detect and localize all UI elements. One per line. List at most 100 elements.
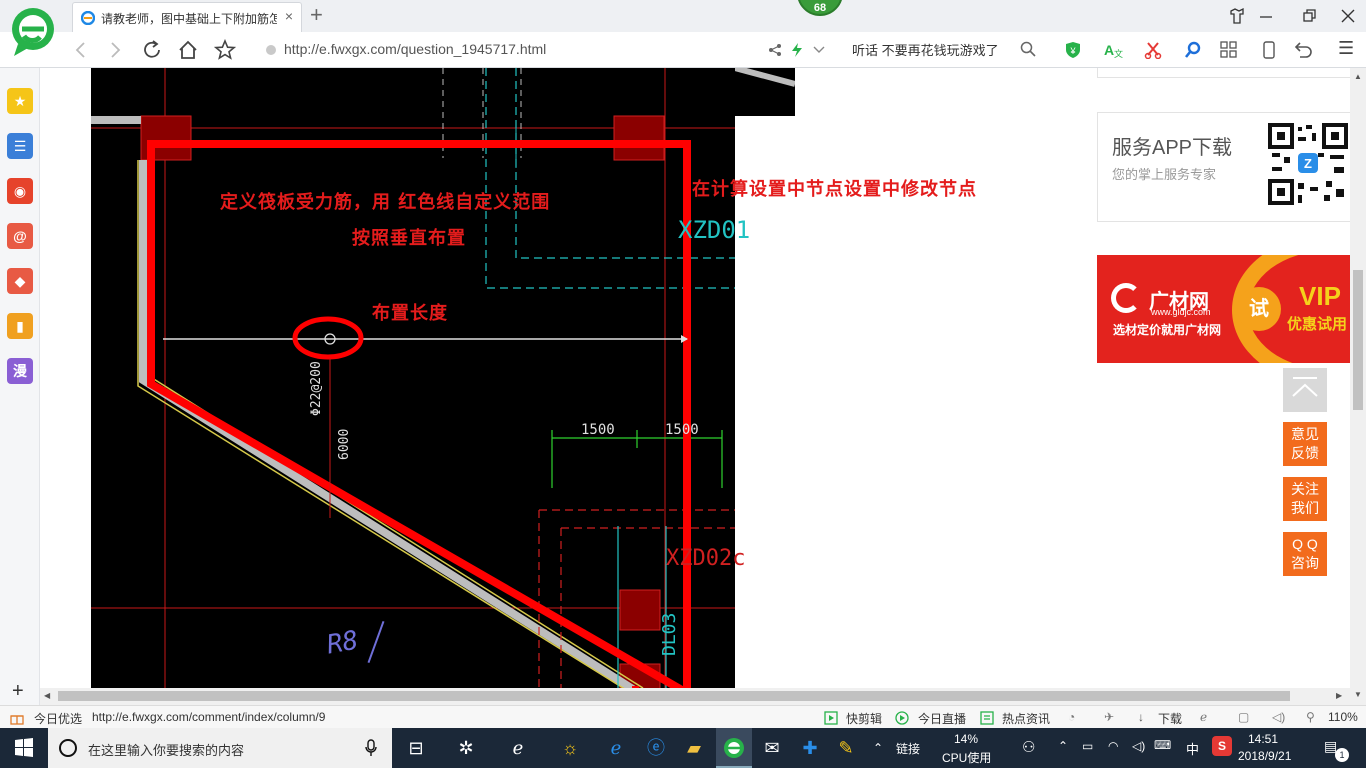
keyboard-icon[interactable]: ⌨	[1154, 738, 1171, 752]
scroll-right-icon[interactable]: ▶	[1336, 691, 1342, 700]
news-icon[interactable]	[980, 711, 994, 725]
internet-explorer-icon[interactable]: ⓔ	[644, 736, 668, 760]
clock-time[interactable]: 14:51	[1248, 732, 1278, 746]
status-kuaijianji[interactable]: 快剪辑	[846, 710, 882, 727]
status-live[interactable]: 今日直播	[918, 710, 966, 727]
back-to-top-button[interactable]	[1283, 368, 1327, 412]
search-icon[interactable]	[1020, 41, 1036, 57]
status-pin-icon[interactable]: ✈	[1104, 710, 1114, 724]
sidebar-reader-icon[interactable]: ▮	[7, 313, 33, 339]
sidebar-news-icon[interactable]: ☰	[7, 133, 33, 159]
download-icon[interactable]: ↓	[1138, 710, 1144, 724]
mobile-device-icon[interactable]	[1262, 41, 1276, 59]
microphone-icon[interactable]	[364, 739, 378, 757]
forward-icon[interactable]	[106, 41, 124, 59]
vertical-scroll-thumb[interactable]	[1353, 270, 1363, 410]
gift-icon[interactable]	[10, 711, 24, 725]
taskbar-search-box[interactable]: 在这里输入你要搜索的内容	[48, 728, 392, 768]
mail-app-icon[interactable]: ✉	[760, 736, 784, 760]
svg-text:A: A	[1104, 42, 1114, 58]
windows-start-icon[interactable]	[0, 728, 48, 768]
status-today-picks[interactable]: 今日优选	[34, 710, 82, 727]
speed-mode-icon[interactable]	[790, 42, 804, 58]
fan-app-icon[interactable]: ✲	[454, 736, 478, 760]
notes-app-icon[interactable]: ✎	[834, 736, 858, 760]
task-view-icon[interactable]: ⊟	[404, 736, 428, 760]
browser-taskbar-icon	[724, 738, 744, 758]
security-shield-icon[interactable]: ¥	[1064, 41, 1084, 59]
video-edit-icon[interactable]	[824, 711, 838, 725]
file-explorer-icon[interactable]: ▰	[682, 736, 706, 760]
translate-icon[interactable]: A 文	[1104, 41, 1126, 59]
weather-app-icon[interactable]: ☼	[558, 736, 582, 760]
app-download-box[interactable]: 服务APP下载 您的掌上服务专家 Z	[1097, 112, 1350, 222]
scroll-up-icon[interactable]: ▲	[1354, 72, 1362, 81]
sidebar-game-icon[interactable]: ◆	[7, 268, 33, 294]
volume-icon[interactable]: ◁)	[1132, 739, 1145, 753]
live-play-icon[interactable]	[895, 711, 909, 725]
ie-browser-icon[interactable]: ℯ	[506, 736, 530, 760]
ie-mode-icon[interactable]: ℯ	[1200, 710, 1207, 724]
tray-expand-icon[interactable]: ⌃	[1058, 739, 1068, 753]
taskbar-overflow-icon[interactable]: ⌃	[866, 736, 890, 760]
zoom-icon[interactable]: ⚲	[1306, 710, 1315, 724]
address-bar[interactable]: http://e.fwxgx.com/question_1945717.html	[262, 37, 832, 63]
sidebar-weibo-icon[interactable]: ◉	[7, 178, 33, 204]
mute-icon[interactable]: ◁)	[1272, 710, 1285, 724]
taskbar-active-browser[interactable]	[716, 728, 752, 768]
minimize-icon[interactable]	[1258, 8, 1274, 24]
screenshot-scissors-icon[interactable]	[1144, 41, 1164, 59]
back-icon[interactable]	[72, 41, 90, 59]
refresh-icon[interactable]	[141, 39, 163, 61]
site-info-icon[interactable]	[266, 45, 276, 55]
scroll-left-icon[interactable]: ◀	[44, 691, 50, 700]
shirt-skin-icon[interactable]	[1228, 7, 1246, 25]
horizontal-scroll-thumb[interactable]	[58, 691, 1290, 701]
gldjc-ad-banner[interactable]: 广材网 www.gldjc.com 选材定价就用广材网 试 VIP 优惠试用	[1097, 255, 1350, 363]
share-icon[interactable]	[768, 43, 782, 57]
tray-cpu-value: 14%	[954, 732, 979, 746]
plus-app-icon[interactable]: ✚	[798, 736, 822, 760]
chevron-down-icon[interactable]	[812, 45, 826, 55]
tray-link-label[interactable]: 链接	[896, 740, 920, 757]
browser-logo-icon[interactable]	[10, 6, 56, 58]
sidebar-favorites-icon[interactable]: ★	[7, 88, 33, 114]
status-hot-news[interactable]: 热点资讯	[1002, 710, 1050, 727]
home-icon[interactable]	[177, 39, 199, 61]
follow-us-button[interactable]: 关注 我们	[1283, 477, 1327, 521]
status-zoom[interactable]: 110%	[1328, 710, 1358, 724]
hot-search-text[interactable]: 听话 不要再花钱玩游戏了	[852, 40, 999, 59]
scroll-down-icon[interactable]: ▼	[1354, 690, 1362, 699]
find-magnifier-icon[interactable]	[1184, 41, 1202, 59]
vertical-scrollbar[interactable]: ▲ ▼	[1350, 68, 1366, 705]
new-tab-button[interactable]: +	[310, 2, 323, 28]
window-mode-icon[interactable]: ▢	[1238, 710, 1249, 724]
tab-close-icon[interactable]: ×	[285, 8, 293, 24]
sogou-ime-icon[interactable]: S	[1212, 736, 1232, 756]
status-download[interactable]: 下载	[1158, 710, 1182, 727]
edge-browser-icon[interactable]: ℯ	[604, 736, 628, 760]
address-url[interactable]: http://e.fwxgx.com/question_1945717.html	[284, 41, 546, 57]
notification-badge[interactable]: 68	[797, 0, 843, 16]
close-window-icon[interactable]	[1340, 8, 1356, 24]
restore-icon[interactable]	[1302, 8, 1318, 24]
horizontal-scrollbar[interactable]: ◀ ▶	[40, 688, 1350, 705]
wifi-icon[interactable]: ◠	[1108, 739, 1118, 753]
people-icon[interactable]: ⚇	[1022, 738, 1035, 756]
undo-icon[interactable]	[1294, 41, 1314, 59]
clock-date[interactable]: 2018/9/21	[1238, 749, 1291, 763]
sidebar-add-button[interactable]: +	[12, 680, 24, 703]
battery-icon[interactable]: ▭	[1082, 739, 1093, 753]
feedback-button[interactable]: 意见 反馈	[1283, 422, 1327, 466]
svg-text:¥: ¥	[1069, 46, 1076, 56]
apps-grid-icon[interactable]	[1220, 41, 1238, 59]
qq-consult-button[interactable]: Q Q 咨询	[1283, 532, 1327, 576]
sidebar-mail-icon[interactable]: @	[7, 223, 33, 249]
label-dl03: DL03	[659, 612, 680, 656]
ime-indicator[interactable]: 中	[1186, 739, 1199, 758]
browser-tab[interactable]: 请教老师，图中基础上下附加筋怎 ×	[72, 2, 302, 32]
favorite-star-icon[interactable]	[214, 39, 236, 61]
sidebar-comic-icon[interactable]: 漫	[7, 358, 33, 384]
menu-icon[interactable]: ☰	[1338, 38, 1354, 59]
status-accelerate-icon[interactable]: ◔	[1068, 710, 1075, 724]
